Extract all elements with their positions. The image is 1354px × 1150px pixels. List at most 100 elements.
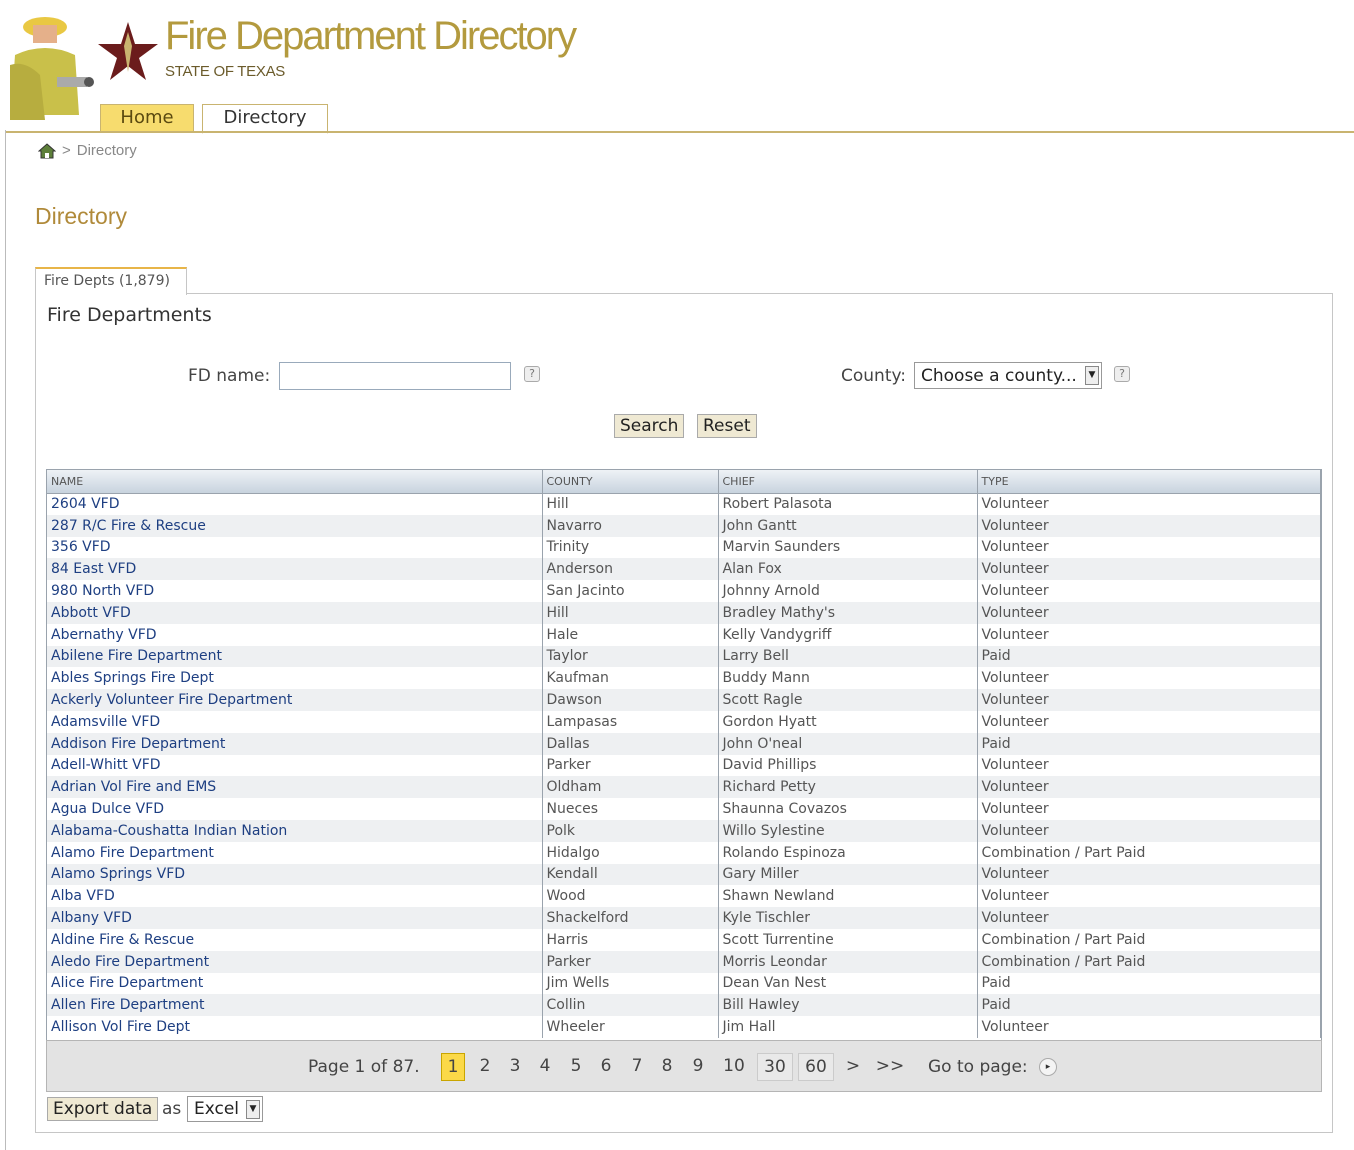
reset-button[interactable]: Reset bbox=[697, 414, 757, 438]
cell-name[interactable]: Alba VFD bbox=[47, 885, 543, 908]
cell-name[interactable]: Agua Dulce VFD bbox=[47, 798, 543, 820]
cell-name[interactable]: Addison Fire Department bbox=[47, 732, 543, 755]
cell-name[interactable]: Aledo Fire Department bbox=[47, 950, 543, 973]
cell-name[interactable]: Allison Vol Fire Dept bbox=[47, 1016, 543, 1038]
cell-chief: Shaunna Covazos bbox=[718, 798, 978, 820]
nav-divider bbox=[5, 131, 1354, 133]
table-row: Adell-Whitt VFD Parker David Phillips Volun… bbox=[47, 754, 1321, 777]
tab-directory[interactable]: Directory bbox=[202, 104, 328, 134]
cell-name[interactable]: Adrian Vol Fire and EMS bbox=[47, 776, 543, 799]
cell-name[interactable]: Aldine Fire & Rescue bbox=[47, 928, 543, 951]
cell-chief: Dean Van Nest bbox=[718, 972, 978, 995]
cell-county: Parker bbox=[542, 950, 719, 973]
county-select[interactable]: Choose a county... ▼ bbox=[914, 362, 1102, 389]
page-button[interactable]: 9 bbox=[690, 1053, 706, 1081]
cell-name[interactable]: 287 R/C Fire & Rescue bbox=[47, 514, 543, 537]
column-header-type[interactable]: TYPE bbox=[977, 470, 1321, 494]
cell-name[interactable]: Albany VFD bbox=[47, 907, 543, 929]
cell-county: Wood bbox=[542, 885, 719, 908]
cell-name[interactable]: Abbott VFD bbox=[47, 601, 543, 624]
fd-name-input[interactable] bbox=[279, 362, 511, 390]
page-button[interactable]: 30 bbox=[757, 1053, 793, 1081]
search-button[interactable]: Search bbox=[614, 414, 685, 438]
page-button[interactable]: 5 bbox=[568, 1053, 584, 1081]
page-button[interactable]: 3 bbox=[507, 1053, 523, 1081]
cell-name[interactable]: Ables Springs Fire Dept bbox=[47, 667, 543, 690]
cell-name[interactable]: 2604 VFD bbox=[47, 493, 543, 515]
cell-name[interactable]: Abernathy VFD bbox=[47, 623, 543, 646]
last-page-button[interactable]: >> bbox=[875, 1053, 905, 1081]
export-as-label: as bbox=[162, 1099, 182, 1119]
cell-name[interactable]: 84 East VFD bbox=[47, 558, 543, 581]
cell-chief: Larry Bell bbox=[718, 645, 978, 668]
table-row: Abernathy VFD Hale Kelly Vandygriff Volunte… bbox=[47, 623, 1321, 646]
table-row: Abbott VFD Hill Bradley Mathy's Volunteer bbox=[47, 601, 1321, 624]
cell-chief: David Phillips bbox=[718, 754, 978, 777]
cell-name[interactable]: Adell-Whitt VFD bbox=[47, 754, 543, 777]
cell-type: Volunteer bbox=[977, 580, 1321, 602]
page-button-current[interactable]: 1 bbox=[441, 1053, 465, 1081]
cell-type: Volunteer bbox=[977, 601, 1321, 624]
export-data-button[interactable]: Export data bbox=[47, 1097, 159, 1121]
tab-home[interactable]: Home bbox=[100, 104, 194, 132]
page-button[interactable]: 10 bbox=[721, 1053, 747, 1081]
tab-fire-depts[interactable]: Fire Depts (1,879) bbox=[35, 267, 187, 295]
table-row: Allen Fire Department Collin Bill Hawley Pa… bbox=[47, 994, 1321, 1017]
cell-type: Volunteer bbox=[977, 667, 1321, 690]
page-button[interactable]: 4 bbox=[537, 1053, 553, 1081]
export-format-select[interactable]: Excel ▼ bbox=[187, 1096, 263, 1122]
left-border bbox=[5, 130, 6, 1150]
page-button[interactable]: 7 bbox=[629, 1053, 645, 1081]
next-page-button[interactable]: > bbox=[844, 1053, 862, 1081]
cell-name[interactable]: Abilene Fire Department bbox=[47, 645, 543, 668]
cell-name[interactable]: Alamo Fire Department bbox=[47, 841, 543, 864]
breadcrumb-separator: > bbox=[62, 142, 71, 159]
column-header-chief[interactable]: CHIEF bbox=[718, 470, 978, 494]
county-label: County: bbox=[841, 366, 907, 386]
table-row: Alice Fire Department Jim Wells Dean Van N… bbox=[47, 972, 1321, 995]
cell-type: Paid bbox=[977, 994, 1321, 1017]
table-row: Allison Vol Fire Dept Wheeler Jim Hall Volu… bbox=[47, 1016, 1321, 1038]
table-row: Alamo Fire Department Hidalgo Rolando Espi… bbox=[47, 841, 1321, 864]
site-title: Fire Department Directory bbox=[165, 14, 577, 58]
cell-county: Lampasas bbox=[542, 710, 719, 733]
cell-chief: Richard Petty bbox=[718, 776, 978, 799]
county-selected-value: Choose a county... bbox=[921, 366, 1077, 386]
table-row: Aldine Fire & Rescue Harris Scott Turrenti… bbox=[47, 928, 1321, 951]
page-button[interactable]: 60 bbox=[798, 1053, 834, 1081]
cell-name[interactable]: 980 North VFD bbox=[47, 580, 543, 602]
cell-chief: Scott Turrentine bbox=[718, 928, 978, 951]
table-row: Alamo Springs VFD Kendall Gary Miller Volun… bbox=[47, 863, 1321, 886]
goto-page-icon[interactable]: ▸ bbox=[1039, 1058, 1057, 1076]
cell-chief: John O'neal bbox=[718, 732, 978, 755]
cell-name[interactable]: Alamo Springs VFD bbox=[47, 863, 543, 886]
cell-name[interactable]: Alice Fire Department bbox=[47, 972, 543, 995]
cell-type: Volunteer bbox=[977, 536, 1321, 559]
cell-name[interactable]: Allen Fire Department bbox=[47, 994, 543, 1017]
cell-chief: Gary Miller bbox=[718, 863, 978, 886]
cell-chief: Bradley Mathy's bbox=[718, 601, 978, 624]
page-button[interactable]: 6 bbox=[598, 1053, 614, 1081]
results-table: NAME COUNTY CHIEF TYPE 2604 VFD Hill Rober… bbox=[46, 469, 1322, 1041]
cell-chief: Rolando Espinoza bbox=[718, 841, 978, 864]
page-button[interactable]: 8 bbox=[659, 1053, 675, 1081]
cell-chief: Willo Sylestine bbox=[718, 819, 978, 842]
texas-star-logo-icon bbox=[98, 22, 158, 80]
cell-chief: Shawn Newland bbox=[718, 885, 978, 908]
help-icon[interactable]: ? bbox=[1114, 366, 1130, 382]
cell-name[interactable]: Ackerly Volunteer Fire Department bbox=[47, 689, 543, 711]
page-button[interactable]: 2 bbox=[477, 1053, 493, 1081]
cell-name[interactable]: Adamsville VFD bbox=[47, 710, 543, 733]
cell-county: Hill bbox=[542, 601, 719, 624]
cell-county: Kaufman bbox=[542, 667, 719, 690]
table-row: 84 East VFD Anderson Alan Fox Volunteer bbox=[47, 558, 1321, 581]
home-icon[interactable] bbox=[38, 142, 56, 159]
table-header-row: NAME COUNTY CHIEF TYPE bbox=[47, 470, 1321, 494]
cell-county: Anderson bbox=[542, 558, 719, 581]
help-icon[interactable]: ? bbox=[524, 366, 540, 382]
cell-name[interactable]: 356 VFD bbox=[47, 536, 543, 559]
column-header-name[interactable]: NAME bbox=[47, 470, 543, 494]
cell-name[interactable]: Alabama-Coushatta Indian Nation bbox=[47, 819, 543, 842]
cell-type: Volunteer bbox=[977, 907, 1321, 929]
column-header-county[interactable]: COUNTY bbox=[542, 470, 719, 494]
